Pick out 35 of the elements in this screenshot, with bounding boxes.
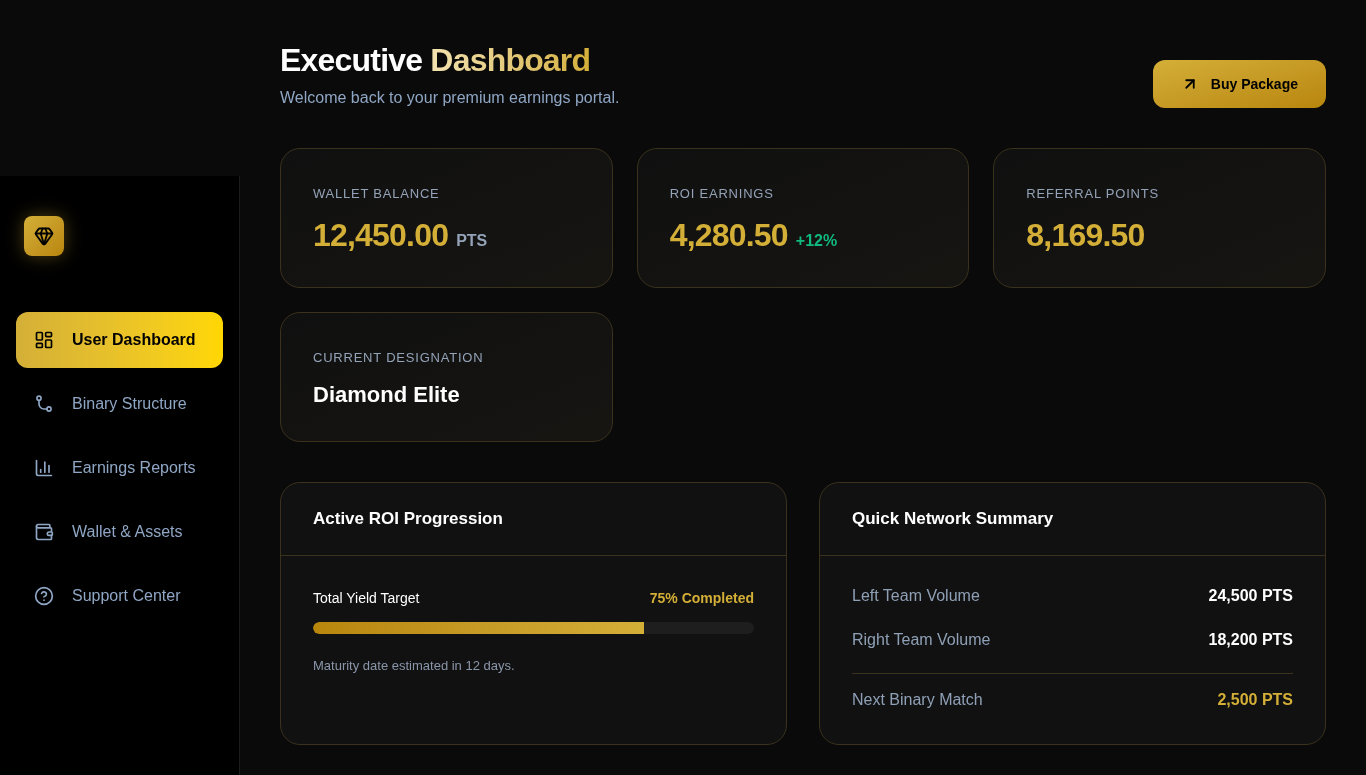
stat-label: REFERRAL POINTS <box>1026 186 1159 201</box>
page-subtitle: Welcome back to your premium earnings portal. <box>280 88 620 108</box>
stat-value: 8,169.50 <box>1026 216 1145 255</box>
sidebar-item[interactable]: User Dashboard <box>16 312 223 368</box>
stat-label: ROI EARNINGS <box>669 186 774 201</box>
bar-chart-icon <box>34 458 54 478</box>
sidebar-item[interactable]: Binary Structure <box>16 376 223 432</box>
buy-package-button[interactable]: Buy Package <box>1152 60 1326 108</box>
gem-logo-icon <box>24 216 64 256</box>
summary-value: 24,500 PTS <box>1208 586 1293 606</box>
summary-value: 2,500 PTS <box>1217 690 1293 710</box>
stat-value: 12,450.00 <box>313 216 449 255</box>
panel-title: Quick Network Summary <box>852 508 1055 530</box>
grid-icon <box>34 330 54 350</box>
sidebar-item[interactable]: Support Center <box>16 568 223 624</box>
summary-label: Left Team Volume <box>852 586 980 606</box>
sidebar-item[interactable]: Wallet & Assets <box>16 504 223 560</box>
route-icon <box>34 394 54 414</box>
panel-title: Active ROI Progression <box>313 508 504 530</box>
summary-label: Next Binary Match <box>852 690 983 710</box>
summary-value: 18,200 PTS <box>1208 630 1293 650</box>
progress-reading: 75% Completed <box>649 589 754 608</box>
stat-value: 4,280.50 <box>669 216 788 255</box>
progress-note: Maturity date estimated in 12 days. <box>313 658 516 674</box>
help-icon <box>34 586 54 606</box>
unit-label: PTS <box>456 231 488 251</box>
progress-label: Total Yield Target <box>313 589 420 608</box>
sidebar-item[interactable]: Earnings Reports <box>16 440 223 496</box>
stat-label: WALLET BALANCE <box>313 186 440 201</box>
summary-label: Right Team Volume <box>852 630 991 650</box>
stat-label: CURRENT DESIGNATION <box>313 350 484 365</box>
page-title: Executive <box>280 42 423 78</box>
change-label: +12% <box>795 231 838 251</box>
wallet-icon <box>34 522 54 542</box>
designation-value: Diamond Elite <box>313 382 460 407</box>
